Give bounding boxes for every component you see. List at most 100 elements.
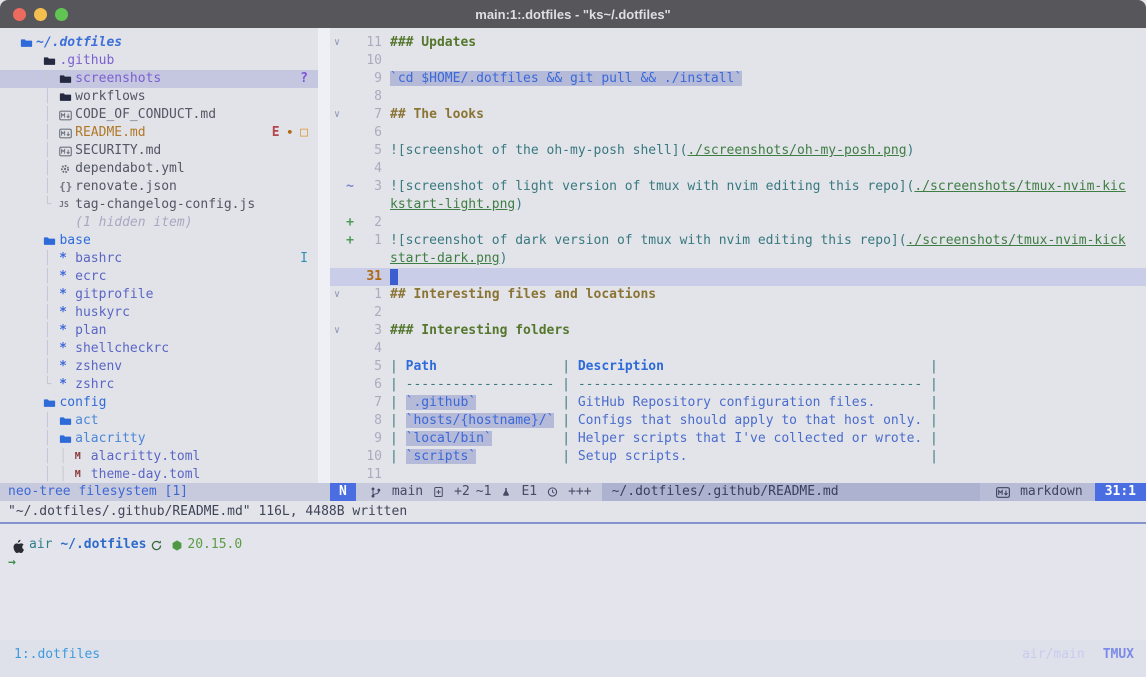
tree-item-dependabot-yml[interactable]: │ dependabot.yml (0, 160, 318, 178)
tree-item-security-md[interactable]: │ SECURITY.md (0, 142, 318, 160)
editor-line[interactable]: ~3![screenshot of light version of tmux … (330, 178, 1146, 196)
folder-icon (59, 73, 75, 85)
tree-item-plan[interactable]: │ *plan (0, 322, 318, 340)
neotree-statusline: neo-tree filesystem [1] (0, 483, 330, 501)
editor-line[interactable]: 9| `local/bin` | Helper scripts that I'v… (330, 430, 1146, 448)
tree-item-base[interactable]: base (0, 232, 318, 250)
line-number: 10 (356, 52, 382, 70)
filetype-section: markdown (980, 483, 1095, 501)
tree-item-workflows[interactable]: │ workflows (0, 88, 318, 106)
line-text: ## The looks (382, 106, 484, 124)
tree-item-bashrc[interactable]: │ *bashrcI (0, 250, 318, 268)
line-number: 6 (356, 124, 382, 142)
fold-chevron-icon[interactable]: ∨ (330, 106, 344, 124)
text-segment: | (922, 431, 938, 446)
editor-line[interactable]: 8| `hosts/{hostname}/` | Configs that sh… (330, 412, 1146, 430)
editor-line[interactable]: 7| `.github` | GitHub Repository configu… (330, 394, 1146, 412)
gear-icon (59, 163, 75, 175)
editor-line[interactable]: ∨3### Interesting folders (330, 322, 1146, 340)
editor-pane[interactable]: ∨11### Updates109`cd $HOME/.dotfiles && … (330, 28, 1146, 483)
star-icon: * (59, 340, 75, 358)
shell-pane[interactable]: air ~/.dotfiles20.15.0 → (0, 524, 1146, 640)
text-segment: | (554, 431, 577, 446)
text-segment: Configs that should apply to that host o… (578, 413, 922, 428)
tree-item--1-hidden-item-[interactable]: (1 hidden item) (0, 214, 318, 232)
tree-item-alacritty[interactable]: │ alacritty (0, 430, 318, 448)
editor-line[interactable]: 11 (330, 466, 1146, 483)
folder-icon (20, 37, 36, 49)
tree-item-label: README.md (75, 124, 145, 142)
git-sign-column: + (344, 214, 356, 232)
text-segment: ![screenshot of dark version of tmux wit… (390, 233, 907, 248)
editor-line[interactable]: ∨11### Updates (330, 34, 1146, 52)
fold-chevron-icon[interactable]: ∨ (330, 34, 344, 52)
tree-item-ecrc[interactable]: │ *ecrc (0, 268, 318, 286)
line-text: | Path | Description | (382, 358, 938, 376)
tree-item-shellcheckrc[interactable]: │ *shellcheckrc (0, 340, 318, 358)
line-text: ## Interesting files and locations (382, 286, 656, 304)
editor-line[interactable]: start-dark.png) (330, 250, 1146, 268)
tree-guide: │ (20, 268, 59, 286)
tree-item-label: bashrc (75, 250, 122, 268)
neotree-panel: ~/.dotfiles .github │ screenshots? │ wor… (0, 28, 318, 483)
text-segment: | (554, 359, 577, 374)
tree-item-theme-day-toml[interactable]: │ │ Mtheme-day.toml (0, 466, 318, 483)
tree-guide (20, 394, 43, 412)
tree-item-zshrc[interactable]: └ *zshrc (0, 376, 318, 394)
diff-file-icon (433, 486, 444, 498)
tree-item-label: .github (59, 52, 114, 70)
line-text: start-dark.png) (382, 250, 507, 268)
tree-item-alacritty-toml[interactable]: │ │ Malacritty.toml (0, 448, 318, 466)
editor-line[interactable]: 31 (330, 268, 1146, 286)
text-segment: ) (500, 251, 508, 266)
line-text: | `scripts` | Setup scripts. | (382, 448, 938, 466)
tree-item-tag-changelog-config-js[interactable]: └ JStag-changelog-config.js (0, 196, 318, 214)
line-number: 6 (356, 376, 382, 394)
tree-item-gitprofile[interactable]: │ *gitprofile (0, 286, 318, 304)
tree-item-act[interactable]: │ act (0, 412, 318, 430)
toml-icon: M (75, 466, 91, 483)
editor-line[interactable]: 6 (330, 124, 1146, 142)
text-segment: | ------------------- | ----------------… (390, 377, 938, 392)
editor-line[interactable]: 10 (330, 52, 1146, 70)
tree-item-label: alacritty (75, 430, 145, 448)
editor-line[interactable]: 4 (330, 340, 1146, 358)
editor-line[interactable]: 6 | ------------------- | ---------------… (330, 376, 1146, 394)
star-icon: * (59, 304, 75, 322)
editor-line[interactable]: 8 (330, 88, 1146, 106)
editor-line[interactable]: kstart-light.png) (330, 196, 1146, 214)
tree-item--github[interactable]: .github (0, 52, 318, 70)
tree-item-readme-md[interactable]: │ README.mdE•□ (0, 124, 318, 142)
shell-input-line[interactable]: → (8, 554, 1146, 572)
git-sign-column: ~ (344, 178, 356, 196)
editor-line[interactable]: 5| Path | Description | (330, 358, 1146, 376)
text-segment: kstart-light.png (390, 197, 515, 212)
tree-item-huskyrc[interactable]: │ *huskyrc (0, 304, 318, 322)
tree-item-renovate-json[interactable]: │ {}renovate.json (0, 178, 318, 196)
tree-item-code-of-conduct-md[interactable]: │ CODE_OF_CONDUCT.md (0, 106, 318, 124)
tree-item-label: gitprofile (75, 286, 153, 304)
editor-line[interactable]: 2 (330, 304, 1146, 322)
editor-line[interactable]: +2 (330, 214, 1146, 232)
fold-chevron-icon[interactable]: ∨ (330, 322, 344, 340)
tmux-window-tab[interactable]: 1:.dotfiles (14, 647, 100, 662)
text-segment: ## The looks (390, 107, 484, 122)
editor-line[interactable]: ∨1## Interesting files and locations (330, 286, 1146, 304)
tree-item-screenshots[interactable]: │ screenshots? (0, 70, 318, 88)
editor-line[interactable]: +1![screenshot of dark version of tmux w… (330, 232, 1146, 250)
line-text: ![screenshot of the oh-my-posh shell](./… (382, 142, 914, 160)
editor-line[interactable]: ∨7## The looks (330, 106, 1146, 124)
titlebar: main:1:.dotfiles - "ks~/.dotfiles" (0, 0, 1146, 28)
tree-item--dotfiles[interactable]: ~/.dotfiles (0, 34, 318, 52)
editor-line[interactable]: 9`cd $HOME/.dotfiles && git pull && ./in… (330, 70, 1146, 88)
fold-chevron-icon[interactable]: ∨ (330, 286, 344, 304)
folder-icon (43, 55, 59, 67)
editor-line[interactable]: 10| `scripts` | Setup scripts. | (330, 448, 1146, 466)
tree-item-config[interactable]: config (0, 394, 318, 412)
tree-item-label: shellcheckrc (75, 340, 169, 358)
editor-line[interactable]: 5![screenshot of the oh-my-posh shell](.… (330, 142, 1146, 160)
line-number: 3 (356, 322, 382, 340)
neotree-scroll-gutter[interactable] (318, 28, 330, 483)
tree-item-zshenv[interactable]: │ *zshenv (0, 358, 318, 376)
editor-line[interactable]: 4 (330, 160, 1146, 178)
